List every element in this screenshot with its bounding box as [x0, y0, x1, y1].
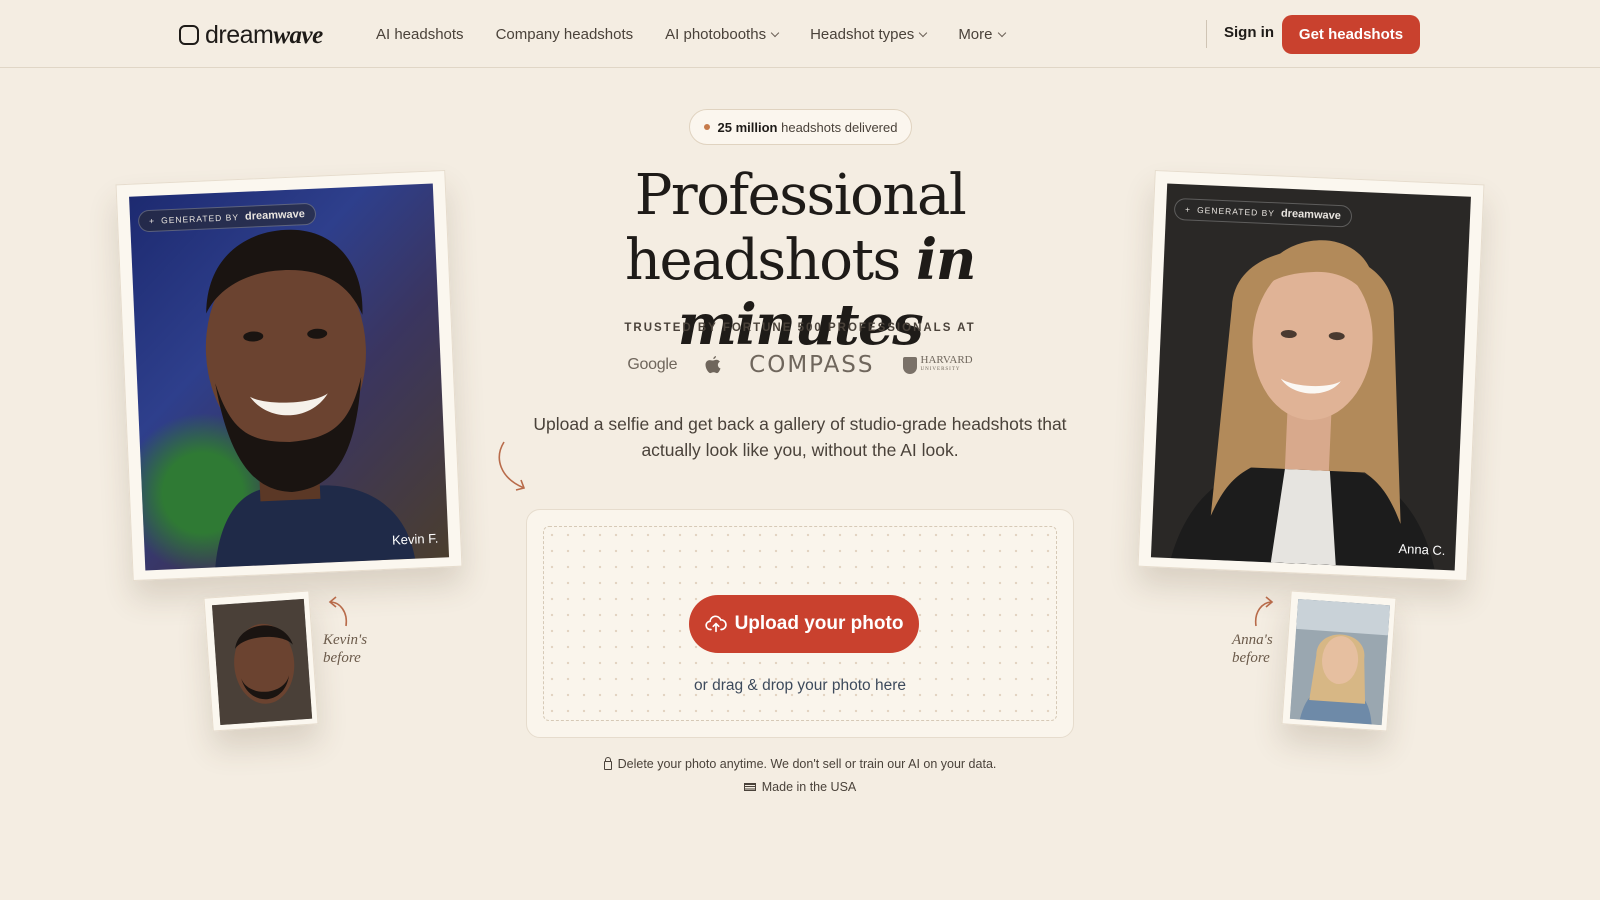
lock-icon — [603, 757, 612, 770]
compass-logo: COMPASS — [749, 352, 875, 378]
nav-divider — [1206, 20, 1207, 48]
made-in-usa-note: Made in the USA — [500, 780, 1100, 794]
chevron-down-icon — [997, 28, 1006, 37]
delivered-badge: 25 million headshots delivered — [689, 109, 912, 145]
harvard-shield-icon — [902, 356, 917, 374]
anna-portrait-illustration — [1170, 240, 1435, 570]
nav-link-headshot-types[interactable]: Headshot types — [810, 26, 928, 43]
logo-wordmark: dreamwave — [205, 20, 323, 49]
trusted-by-label: TRUSTED BY FORTUNE 500 PROFESSIONALS AT — [624, 322, 976, 334]
sign-in-link[interactable]: Sign in — [1224, 24, 1274, 41]
dreamwave-logo[interactable]: dreamwave — [179, 20, 323, 50]
hero-subtext: Upload a selfie and get back a gallery o… — [533, 414, 1067, 460]
nav-link-company-headshots[interactable]: Company headshots — [496, 26, 634, 43]
get-headshots-button[interactable]: Get headshots — [1282, 15, 1420, 54]
logo-mark-icon — [179, 25, 199, 45]
headline-line-1: Professional — [634, 163, 967, 228]
google-logo: Google — [627, 356, 678, 373]
us-flag-icon — [743, 783, 756, 791]
cloud-upload-icon — [704, 615, 727, 633]
privacy-note: Delete your photo anytime. We don't sell… — [500, 757, 1100, 771]
curved-arrow-icon — [1254, 596, 1274, 627]
anna-name-tag: Anna C. — [1398, 540, 1446, 559]
privacy-text: Delete your photo anytime. We don't sell… — [617, 757, 997, 771]
anna-before-illustration — [1289, 599, 1391, 726]
curved-arrow-icon — [328, 596, 348, 627]
upload-dropzone[interactable]: Upload your photo or drag & drop your ph… — [543, 526, 1057, 721]
status-dot-icon — [703, 124, 710, 130]
anna-before-photo — [1289, 599, 1391, 726]
drag-drop-hint[interactable]: or drag & drop your photo here — [544, 677, 1056, 695]
chevron-down-icon — [919, 28, 928, 37]
anna-headshot-photo: + GENERATED BY dreamwave Anna C. — [1150, 183, 1471, 571]
made-in-usa-text: Made in the USA — [761, 780, 857, 794]
kevin-before-card — [203, 590, 319, 732]
kevin-before-label: Kevin's before — [323, 632, 368, 666]
top-nav: dreamwave AI headshots Company headshots… — [0, 0, 1600, 68]
nav-link-ai-headshots[interactable]: AI headshots — [376, 26, 464, 43]
anna-before-card — [1281, 590, 1397, 732]
kevin-headshot-card: + GENERATED BY dreamwave Kevin F. — [115, 169, 463, 582]
nav-links: AI headshots Company headshots AI photob… — [376, 22, 1006, 46]
curved-arrow-icon — [498, 441, 526, 491]
kevin-headshot-photo: + GENERATED BY dreamwave Kevin F. — [129, 183, 450, 571]
chevron-down-icon — [770, 28, 780, 37]
kevin-before-illustration — [211, 598, 313, 725]
anna-headshot-card: + GENERATED BY dreamwave Anna C. — [1137, 169, 1485, 582]
harvard-logo: HARVARD UNIVERSITY — [902, 355, 973, 374]
kevin-before-photo — [211, 598, 313, 725]
upload-photo-button[interactable]: Upload your photo — [689, 595, 919, 653]
anna-before-label: Anna's before — [1232, 632, 1273, 666]
nav-link-more[interactable]: More — [958, 26, 1006, 43]
headline-line-2: headshots in minutes — [624, 227, 977, 358]
upload-button-label: Upload your photo — [734, 613, 904, 634]
client-logos: Google COMPASS HARVARD UNIVERSITY — [600, 350, 1000, 380]
badge-text: 25 million headshots delivered — [717, 119, 898, 135]
apple-logo-icon — [705, 355, 721, 373]
upload-dropzone-card: Upload your photo or drag & drop your ph… — [526, 509, 1074, 738]
nav-link-ai-photobooths[interactable]: AI photobooths — [665, 26, 780, 43]
kevin-name-tag: Kevin F. — [391, 530, 439, 548]
kevin-portrait-illustration — [205, 229, 416, 568]
